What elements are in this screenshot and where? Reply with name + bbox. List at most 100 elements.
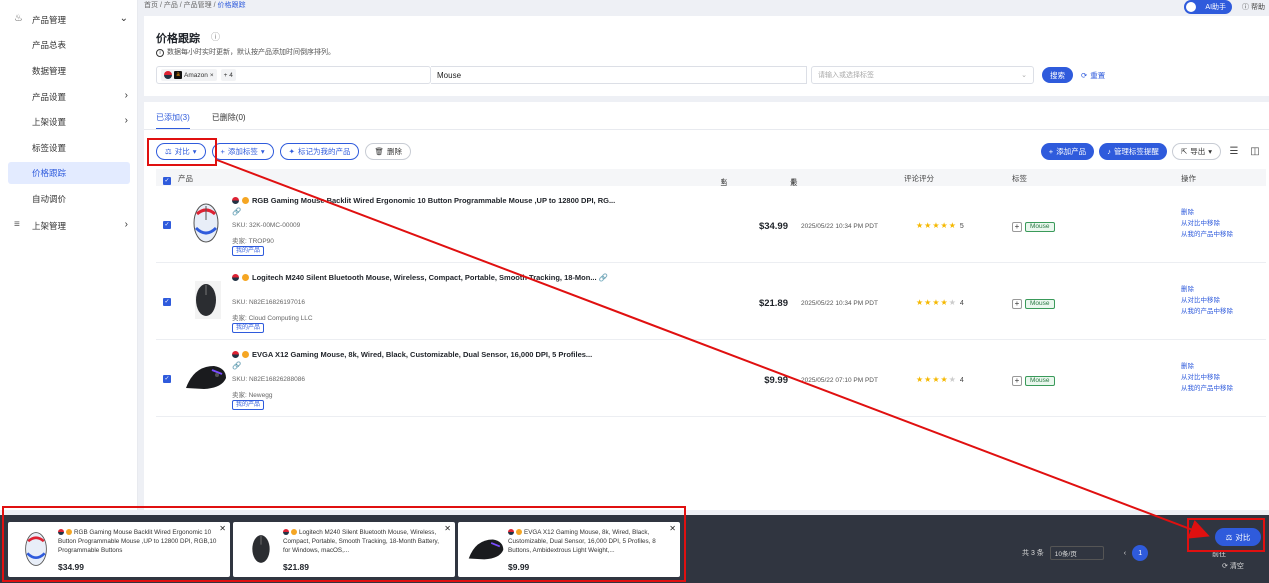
divider — [144, 129, 1269, 130]
mark-mine-button[interactable]: ✦ 标记为我的产品 — [279, 143, 360, 160]
row-checkbox[interactable]: ✓ — [163, 298, 171, 306]
my-product-badge: 我的产品 — [232, 246, 265, 256]
top-right-actions: AI助手 ⓘ 帮助 — [1184, 0, 1269, 14]
compare-button[interactable]: ⚖ 对比 ▾ — [156, 143, 206, 160]
sidebar-item-price-tracking[interactable]: 价格跟踪 — [8, 162, 130, 184]
sidebar-item-tag-settings[interactable]: 标签设置 — [0, 137, 138, 159]
remove-from-mine-link[interactable]: 从我的产品中移除 — [1181, 229, 1233, 240]
price: $21.89 — [758, 298, 788, 309]
keyword-input[interactable]: Mouse — [431, 66, 807, 84]
compare-card: Logitech M240 Silent Bluetooth Mouse, Wi… — [233, 522, 455, 577]
remove-from-compare-link[interactable]: 从对比中移除 — [1181, 295, 1233, 306]
close-icon[interactable]: × — [210, 72, 214, 79]
compare-card: RGB Gaming Mouse Backlit Wired Ergonomic… — [8, 522, 230, 577]
tab-deleted[interactable]: 已删除(0) — [212, 112, 246, 130]
link-icon[interactable]: 🔗 — [599, 273, 608, 282]
plus-icon: + — [1048, 147, 1054, 156]
remove-from-compare-link[interactable]: 从对比中移除 — [1181, 218, 1233, 229]
plus-icon: + — [220, 147, 225, 156]
compare-card-title: EVGA X12 Gaming Mouse, 8k, Wired, Black,… — [508, 529, 656, 554]
clear-button[interactable]: ⟳ 清空 — [1222, 561, 1244, 571]
search-row: a Amazon × + 4 Mouse 请输入或选择标签 ⌄ 搜索 ⟳ 重置 — [156, 66, 1105, 84]
sidebar-item-auto-repricing[interactable]: 自动调价 — [0, 188, 138, 210]
compare-card-title: RGB Gaming Mouse Backlit Wired Ergonomic… — [58, 529, 217, 554]
last-change-time: 2025/05/22 10:34 PM PDT — [801, 300, 878, 307]
sidebar-group-product-management[interactable]: ♨ 产品管理 ⌄ — [0, 9, 138, 31]
reset-button[interactable]: ⟳ 重置 — [1081, 70, 1105, 81]
info-icon: i — [156, 49, 164, 57]
search-button[interactable]: 搜索 — [1042, 67, 1073, 83]
filter-card: 价格跟踪 ⓘ i 数据每小时实时更新，默认按产品添加时间倒序排列。 a Amazo… — [144, 16, 1269, 96]
add-tag-icon[interactable]: + — [1012, 376, 1022, 386]
store-icon: ≡ — [14, 219, 20, 230]
compare-card-price: $34.99 — [58, 562, 84, 572]
manage-alert-button[interactable]: ♪ 管理标签提醒 — [1099, 143, 1167, 160]
site-select[interactable]: a Amazon × + 4 — [156, 66, 431, 84]
export-icon: ⇱ — [1180, 147, 1188, 156]
marketplace-icon — [66, 529, 72, 535]
product-title[interactable]: Logitech M240 Silent Bluetooth Mouse, Wi… — [232, 272, 622, 283]
product-image — [184, 278, 228, 322]
sidebar-item-data-management[interactable]: 数据管理 — [0, 60, 138, 82]
close-icon[interactable]: ✕ — [219, 524, 226, 533]
row-checkbox[interactable]: ✓ — [163, 221, 171, 229]
link-icon[interactable]: 🔗 — [232, 361, 241, 370]
remove-from-mine-link[interactable]: 从我的产品中移除 — [1181, 306, 1233, 317]
amazon-icon: a — [174, 71, 182, 79]
prev-page-icon[interactable]: ‹ — [1124, 550, 1126, 557]
row-checkbox[interactable]: ✓ — [163, 375, 171, 383]
marketplace-icon — [242, 351, 249, 358]
close-icon[interactable]: ✕ — [669, 524, 676, 533]
columns-icon[interactable]: ◫ — [1247, 143, 1263, 160]
compare-submit-button[interactable]: ⚖ 对比 — [1215, 528, 1261, 546]
add-tag-button[interactable]: + 添加标签 ▾ — [211, 143, 274, 160]
sidebar-item-product-settings[interactable]: 产品设置 › — [0, 86, 138, 108]
site-more-chip: + 4 — [220, 69, 236, 81]
us-flag-icon — [164, 71, 172, 79]
total-count: 共 3 条 — [1022, 550, 1044, 557]
link-icon[interactable]: 🔗 — [232, 207, 241, 216]
list-view-icon[interactable]: ☰ — [1226, 143, 1242, 160]
product-icon: ♨ — [14, 13, 23, 24]
tag-select[interactable]: 请输入或选择标签 ⌄ — [811, 66, 1034, 84]
compare-card: EVGA X12 Gaming Mouse, 8k, Wired, Black,… — [458, 522, 680, 577]
tab-added[interactable]: 已添加(3) — [156, 112, 190, 130]
col-ops: 操作 — [1181, 174, 1196, 183]
add-product-button[interactable]: + 添加产品 — [1040, 143, 1095, 160]
remove-from-compare-link[interactable]: 从对比中移除 — [1181, 372, 1233, 383]
add-tag-icon[interactable]: + — [1012, 299, 1022, 309]
sidebar-item-product-list[interactable]: 产品总表 — [0, 34, 138, 56]
seller-text: 卖家: Newegg — [232, 392, 273, 399]
help-link[interactable]: ⓘ 帮助 — [1242, 2, 1265, 12]
delete-link[interactable]: 删除 — [1181, 207, 1233, 218]
delete-link[interactable]: 删除 — [1181, 361, 1233, 372]
product-title[interactable]: RGB Gaming Mouse Backlit Wired Ergonomic… — [232, 195, 622, 217]
scale-icon: ⚖ — [165, 147, 172, 156]
close-icon[interactable]: ✕ — [444, 524, 451, 533]
product-title[interactable]: EVGA X12 Gaming Mouse, 8k, Wired, Black,… — [232, 349, 622, 371]
us-flag-icon — [58, 529, 64, 535]
add-tag-icon[interactable]: + — [1012, 222, 1022, 232]
tabs: 已添加(3) 已删除(0) — [156, 112, 246, 130]
delete-link[interactable]: 删除 — [1181, 284, 1233, 295]
sidebar-item-listing-settings[interactable]: 上架设置 › — [0, 111, 138, 133]
sort-icon: ⇕ — [790, 177, 797, 186]
my-product-badge: 我的产品 — [232, 323, 265, 333]
tag-cell: + Mouse — [1012, 222, 1055, 232]
trash-icon: 🗑 — [374, 147, 384, 156]
page-number[interactable]: 1 — [1132, 545, 1149, 561]
sidebar-group-listing-management[interactable]: ≡ 上架管理 › — [0, 215, 138, 237]
ai-assistant-toggle[interactable]: AI助手 — [1184, 0, 1233, 14]
compare-card-price: $9.99 — [508, 562, 530, 572]
remove-from-mine-link[interactable]: 从我的产品中移除 — [1181, 383, 1233, 394]
table-header: ✓ 产品 当前价格 ⇕ 最后价格变动时间 ⇕ 评论评分 标签 操作 — [156, 169, 1266, 264]
caret-down-icon: ▾ — [192, 147, 197, 156]
page-size-select[interactable]: 10条/页 — [1049, 546, 1104, 560]
tag-cell: + Mouse — [1012, 299, 1055, 309]
chevron-down-icon: ⌄ — [119, 13, 128, 24]
delete-button[interactable]: 🗑 删除 — [365, 143, 411, 160]
us-flag-icon — [508, 529, 514, 535]
info-icon[interactable]: ⓘ — [211, 30, 220, 43]
export-button[interactable]: ⇱ 导出 ▾ — [1171, 143, 1221, 160]
refresh-icon: ⟳ — [1222, 563, 1228, 570]
